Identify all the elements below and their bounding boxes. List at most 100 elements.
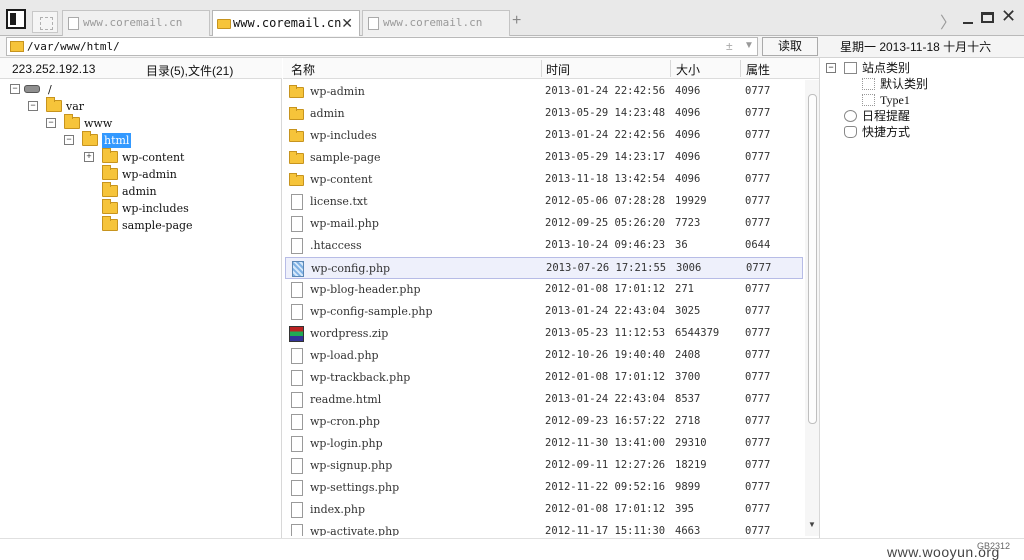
file-attr: 0777 xyxy=(745,129,771,141)
file-name: license.txt xyxy=(310,195,368,208)
file-name: wp-includes xyxy=(310,129,377,142)
clock-icon xyxy=(844,110,857,122)
tab-label: www.coremail.cn xyxy=(383,16,483,29)
expand-icon[interactable]: + xyxy=(84,152,94,162)
column-divider[interactable] xyxy=(670,60,671,77)
new-tab-icon[interactable]: + xyxy=(512,12,521,30)
scroll-down-icon[interactable]: ▼ xyxy=(808,520,816,529)
file-row[interactable]: wp-config-sample.php 2013-01-24 22:43:04 3… xyxy=(285,301,803,323)
file-row[interactable]: wp-trackback.php 2012-01-08 17:01:12 3700 0… xyxy=(285,367,803,389)
file-icon xyxy=(291,392,303,408)
bookmark-add-icon[interactable]: ± xyxy=(726,39,733,53)
tab-3[interactable]: www.coremail.cn xyxy=(362,10,510,36)
file-icon xyxy=(291,524,303,536)
column-size-header[interactable]: 大小 xyxy=(676,61,700,78)
file-name: sample-page xyxy=(310,151,381,164)
path-input[interactable] xyxy=(27,38,707,55)
file-row[interactable]: wp-mail.php 2012-09-25 05:26:20 7723 0777 xyxy=(285,213,803,235)
folder-icon xyxy=(289,107,304,120)
collapse-icon[interactable]: − xyxy=(10,84,20,94)
new-page-icon[interactable] xyxy=(32,11,58,33)
file-size: 395 xyxy=(675,503,694,515)
file-row[interactable]: admin 2013-05-29 14:23:48 4096 0777 xyxy=(285,103,803,125)
file-list-header: 名称 时间 大小 属性 xyxy=(283,58,819,79)
file-icon xyxy=(291,282,303,298)
file-row[interactable]: wp-signup.php 2012-09-11 12:27:26 18219 077… xyxy=(285,455,803,477)
scrollbar-thumb[interactable] xyxy=(808,94,817,424)
file-row[interactable]: wp-activate.php 2012-11-17 15:11:30 4663 07… xyxy=(285,521,803,536)
collapse-icon[interactable]: − xyxy=(826,63,836,73)
file-row[interactable]: sample-page 2013-05-29 14:23:17 4096 0777 xyxy=(285,147,803,169)
tab-2-active[interactable]: www.coremail.cn ✕ xyxy=(212,10,360,37)
close-window-icon[interactable]: ✕ xyxy=(1001,6,1016,27)
file-size: 3700 xyxy=(675,371,701,383)
file-row[interactable]: wp-includes 2013-01-24 22:42:56 4096 0777 xyxy=(285,125,803,147)
tab-label: www.coremail.cn xyxy=(83,16,183,29)
file-attr: 0777 xyxy=(745,503,771,515)
file-rows: wp-admin 2013-01-24 22:42:56 4096 0777 admin… xyxy=(283,81,805,536)
column-attr-header[interactable]: 属性 xyxy=(746,61,770,78)
minimize-icon[interactable] xyxy=(963,22,973,24)
file-icon xyxy=(291,480,303,496)
app-menu-icon[interactable] xyxy=(6,9,26,29)
collapse-icon[interactable]: − xyxy=(64,135,74,145)
maximize-icon[interactable] xyxy=(981,12,994,23)
file-name: wp-load.php xyxy=(310,349,379,362)
file-row[interactable]: wp-login.php 2012-11-30 13:41:00 29310 0777 xyxy=(285,433,803,455)
file-name: index.php xyxy=(310,503,366,516)
file-row[interactable]: wp-cron.php 2012-09-23 16:57:22 2718 0777 xyxy=(285,411,803,433)
file-size: 6544379 xyxy=(675,327,720,339)
tab-1[interactable]: www.coremail.cn xyxy=(62,10,210,36)
file-row[interactable]: index.php 2012-01-08 17:01:12 395 0777 xyxy=(285,499,803,521)
column-divider[interactable] xyxy=(541,60,542,77)
file-time: 2013-01-24 22:43:04 xyxy=(545,305,666,317)
folder-open-icon xyxy=(82,131,98,146)
collapse-icon[interactable]: − xyxy=(46,118,56,128)
file-time: 2012-09-23 16:57:22 xyxy=(545,415,666,427)
file-name: wp-admin xyxy=(310,85,365,98)
file-name: wp-activate.php xyxy=(310,525,400,536)
file-attr: 0777 xyxy=(745,85,771,97)
column-divider[interactable] xyxy=(740,60,741,77)
read-button[interactable]: 读取 xyxy=(762,37,818,56)
file-row[interactable]: wp-admin 2013-01-24 22:42:56 4096 0777 xyxy=(285,81,803,103)
tree-node-label: admin xyxy=(122,185,157,198)
site-panel: − 站点类别 默认类别 Type1 日程提醒 快捷方式 xyxy=(819,58,1024,538)
folder-icon xyxy=(289,85,304,98)
file-attr: 0777 xyxy=(745,525,771,536)
chevron-down-icon[interactable]: ▼ xyxy=(744,40,754,51)
file-attr: 0777 xyxy=(745,481,771,493)
file-attr: 0777 xyxy=(745,151,771,163)
page-icon xyxy=(68,17,79,30)
file-row[interactable]: wp-content 2013-11-18 13:42:54 4096 0777 xyxy=(285,169,803,191)
file-size: 4096 xyxy=(675,85,701,97)
chevron-right-icon[interactable]: 〉 xyxy=(940,9,956,33)
collapse-icon[interactable]: − xyxy=(28,101,38,111)
file-size: 19929 xyxy=(675,195,707,207)
file-row[interactable]: wp-config.php 2013-07-26 17:21:55 3006 0777 xyxy=(285,257,803,279)
column-name-header[interactable]: 名称 xyxy=(291,61,315,78)
file-name: wp-mail.php xyxy=(310,217,379,230)
file-row[interactable]: wp-blog-header.php 2012-01-08 17:01:12 271… xyxy=(285,279,803,301)
column-time-header[interactable]: 时间 xyxy=(546,61,570,78)
folder-icon xyxy=(102,148,118,163)
file-time: 2013-05-23 11:12:53 xyxy=(545,327,666,339)
file-size: 3025 xyxy=(675,305,701,317)
file-row[interactable]: .htaccess 2013-10-24 09:46:23 36 0644 xyxy=(285,235,803,257)
file-attr: 0777 xyxy=(745,305,771,317)
dir-file-count: 目录(5),文件(21) xyxy=(146,64,234,78)
file-time: 2013-01-24 22:42:56 xyxy=(545,129,666,141)
close-tab-icon[interactable]: ✕ xyxy=(341,11,353,35)
status-bar: www.wooyun.org GB2312 xyxy=(0,538,1024,560)
file-row[interactable]: readme.html 2013-01-24 22:43:04 8537 0777 xyxy=(285,389,803,411)
file-row[interactable]: license.txt 2012-05-06 07:28:28 19929 0777 xyxy=(285,191,803,213)
scrollbar[interactable]: ▼ xyxy=(805,80,819,536)
file-attr: 0777 xyxy=(745,283,771,295)
file-row[interactable]: wp-load.php 2012-10-26 19:40:40 2408 0777 xyxy=(285,345,803,367)
file-row[interactable]: wordpress.zip 2013-05-23 11:12:53 6544379 0… xyxy=(285,323,803,345)
file-size: 18219 xyxy=(675,459,707,471)
folder-icon xyxy=(102,182,118,197)
file-row[interactable]: wp-settings.php 2012-11-22 09:52:16 9899 07… xyxy=(285,477,803,499)
file-icon xyxy=(291,436,303,452)
folder-icon xyxy=(64,114,80,129)
